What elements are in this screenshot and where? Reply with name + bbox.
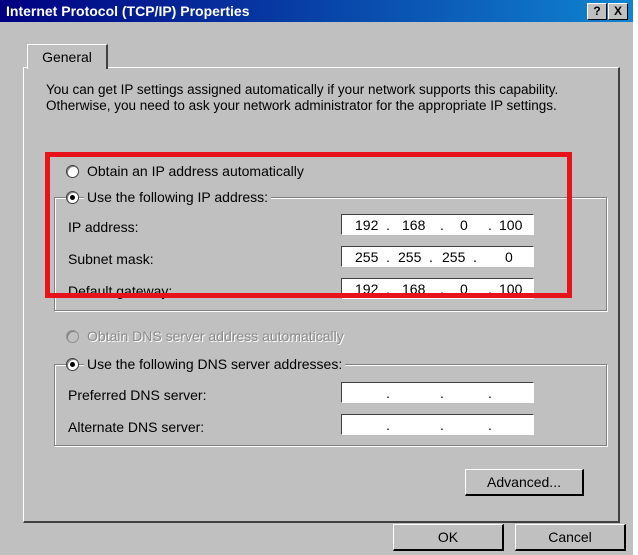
- window-title: Internet Protocol (TCP/IP) Properties: [6, 3, 250, 19]
- radio-use-following-dns[interactable]: [66, 358, 79, 371]
- obtain-dns-auto-label: Obtain DNS server address automatically: [87, 328, 344, 344]
- preferred-dns-field[interactable]: ...: [341, 382, 534, 403]
- cancel-button[interactable]: Cancel: [515, 524, 626, 551]
- title-bar[interactable]: Internet Protocol (TCP/IP) Properties ? …: [0, 0, 633, 22]
- help-button[interactable]: ?: [587, 3, 607, 20]
- dot: .: [386, 385, 390, 401]
- ok-button[interactable]: OK: [393, 524, 504, 551]
- preferred-dns-label: Preferred DNS server:: [68, 387, 207, 403]
- dot: .: [488, 417, 492, 433]
- use-following-dns-label[interactable]: Use the following DNS server addresses:: [84, 356, 346, 372]
- tab-general[interactable]: General: [27, 44, 108, 69]
- red-highlight-box: [45, 152, 572, 298]
- tcpip-properties-dialog: Internet Protocol (TCP/IP) Properties ? …: [0, 0, 633, 555]
- dot: .: [386, 417, 390, 433]
- dot: .: [440, 417, 444, 433]
- close-button[interactable]: X: [608, 3, 628, 20]
- description-text: You can get IP settings assigned automat…: [46, 82, 559, 113]
- dot: .: [488, 385, 492, 401]
- advanced-button[interactable]: Advanced...: [465, 469, 584, 496]
- alternate-dns-label: Alternate DNS server:: [68, 419, 205, 435]
- radio-obtain-dns-auto[interactable]: [66, 330, 79, 343]
- dot: .: [440, 385, 444, 401]
- alternate-dns-field[interactable]: ...: [341, 414, 534, 435]
